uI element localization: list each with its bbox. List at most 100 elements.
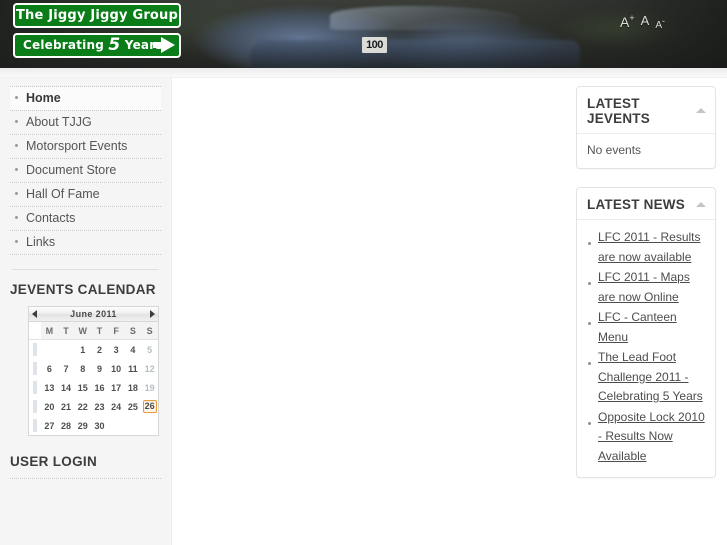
calendar-day[interactable]: 11	[125, 359, 142, 378]
sidebar-item-label: Contacts	[26, 211, 76, 225]
calendar-day[interactable]: 8	[74, 359, 91, 378]
calendar-day[interactable]: 6	[41, 359, 58, 378]
sidebar-link[interactable]: Document Store	[10, 159, 161, 182]
calendar-day[interactable]: 21	[58, 397, 75, 416]
sidebar-item-hall-of-fame[interactable]: Hall Of Fame	[10, 183, 161, 207]
calendar-header: June 2011	[29, 307, 158, 322]
bullet-icon	[15, 120, 18, 123]
calendar-prev-month-icon[interactable]	[32, 310, 37, 318]
news-link[interactable]: LFC 2011 - Maps are now Online	[598, 268, 705, 307]
calendar-day[interactable]: 25	[125, 397, 142, 416]
bullet-icon	[15, 216, 18, 219]
calendar-day[interactable]: 27	[41, 416, 58, 435]
calendar-week-marker	[29, 416, 41, 435]
calendar-next-month-icon[interactable]	[149, 310, 155, 318]
calendar-day[interactable]: 19	[141, 378, 158, 397]
news-link[interactable]: LFC 2011 - Results are now available	[598, 228, 705, 267]
calendar-day[interactable]: 15	[74, 378, 91, 397]
sidebar-link[interactable]: Motorsport Events	[10, 135, 161, 158]
calendar-day[interactable]: 10	[108, 359, 125, 378]
chevron-up-icon[interactable]	[696, 108, 706, 113]
car-number-plate: 100	[362, 37, 387, 53]
sidebar-link[interactable]: Links	[10, 231, 161, 254]
calendar-day[interactable]: 4	[125, 340, 142, 360]
bullet-icon	[588, 282, 591, 285]
calendar-day[interactable]: 12	[141, 359, 158, 378]
right-arrow-icon	[161, 37, 175, 53]
calendar-day[interactable]: 24	[108, 397, 125, 416]
list-item: LFC 2011 - Results are now available	[587, 228, 705, 267]
sidebar-link[interactable]: Home	[10, 87, 161, 110]
calendar-day-label: 26	[142, 400, 157, 413]
logo-primary-text: The Jiggy Jiggy Group	[15, 8, 179, 23]
font-size-reset-button[interactable]: A	[641, 13, 650, 28]
sidebar-item-links[interactable]: Links	[10, 231, 161, 255]
logo-primary-sign[interactable]: The Jiggy Jiggy Group	[13, 3, 181, 28]
calendar-day[interactable]: 22	[74, 397, 91, 416]
list-item: Opposite Lock 2010 - Results Now Availab…	[587, 408, 705, 467]
user-login-divider	[10, 478, 161, 479]
left-sidebar: Home About TJJG Motorsport Events Document …	[0, 78, 172, 545]
main-content-area	[173, 78, 570, 545]
calendar-day[interactable]: 28	[58, 416, 75, 435]
calendar-day[interactable]: 18	[125, 378, 142, 397]
latest-news-panel: LATEST NEWS LFC 2011 - Results are now a…	[576, 187, 716, 478]
calendar-day[interactable]: 3	[108, 340, 125, 360]
calendar-day[interactable]: 23	[91, 397, 108, 416]
font-size-decrease-button[interactable]: A-	[655, 16, 665, 31]
bullet-icon	[588, 322, 591, 325]
calendar-day[interactable]: 2	[91, 340, 108, 360]
logo-anniversary-sign[interactable]: Celebrating 5 Years	[13, 33, 181, 58]
calendar-week-row: 27 28 29 30	[29, 416, 158, 435]
sidebar-link[interactable]: Hall Of Fame	[10, 183, 161, 206]
sidebar-link[interactable]: About TJJG	[10, 111, 161, 134]
calendar-day-empty	[141, 416, 158, 435]
font-size-increase-button[interactable]: A+	[620, 13, 635, 30]
calendar-day[interactable]: 5	[141, 340, 158, 360]
latest-jevents-title: LATEST JEVENTS	[587, 96, 650, 126]
latest-news-header: LATEST NEWS	[577, 188, 715, 220]
news-link[interactable]: LFC - Canteen Menu	[598, 308, 705, 347]
calendar-week-row: 6 7 8 9 10 11 12	[29, 359, 158, 378]
latest-news-list: LFC 2011 - Results are now available LFC …	[587, 228, 705, 466]
jevents-calendar[interactable]: June 2011 MTWTFSS 1 2 3 4 5 6 7 8 9 10 11 12 13 14 15 1…	[28, 306, 159, 436]
calendar-day[interactable]: 9	[91, 359, 108, 378]
calendar-day-empty	[108, 416, 125, 435]
latest-jevents-panel: LATEST JEVENTS No events	[576, 86, 716, 169]
bullet-icon	[588, 421, 591, 425]
sidebar-item-document-store[interactable]: Document Store	[10, 159, 161, 183]
sidebar-link[interactable]: Contacts	[10, 207, 161, 230]
chevron-up-icon[interactable]	[696, 201, 706, 207]
calendar-week-row: 13 14 15 16 17 18 19	[29, 378, 158, 397]
calendar-day[interactable]: 16	[91, 378, 108, 397]
calendar-day[interactable]: 17	[108, 378, 125, 397]
bullet-icon	[15, 96, 18, 99]
sidebar-item-contacts[interactable]: Contacts	[10, 207, 161, 231]
calendar-day[interactable]: 14	[58, 378, 75, 397]
calendar-weekday-header: F	[107, 322, 125, 340]
font-size-switcher: A+ A A-	[620, 13, 665, 31]
calendar-weeks: 1 2 3 4 5 6 7 8 9 10 11 12 13 14 15 16 17 18 19 20 21 22 23 24 2…	[29, 339, 158, 435]
calendar-day-today[interactable]: 26	[141, 397, 158, 416]
calendar-weekday-header: T	[91, 322, 108, 340]
calendar-day[interactable]: 1	[74, 340, 91, 360]
sidebar-item-label: Home	[26, 91, 61, 105]
bullet-icon	[588, 242, 591, 245]
sidebar-item-label: Motorsport Events	[26, 139, 128, 153]
site-logo[interactable]: The Jiggy Jiggy Group Celebrating 5 Year…	[13, 3, 183, 58]
sidebar-item-about-tjjg[interactable]: About TJJG	[10, 111, 161, 135]
calendar-day[interactable]: 30	[91, 416, 108, 435]
calendar-day[interactable]: 13	[41, 378, 58, 397]
week-bar-icon	[33, 419, 37, 432]
sidebar-item-label: Links	[26, 235, 56, 249]
latest-news-title: LATEST NEWS	[587, 197, 685, 212]
calendar-day[interactable]: 20	[41, 397, 58, 416]
sidebar-item-motorsport-events[interactable]: Motorsport Events	[10, 135, 161, 159]
calendar-weekday-row: MTWTFSS	[29, 322, 158, 340]
calendar-day[interactable]: 7	[58, 359, 75, 378]
latest-jevents-header: LATEST JEVENTS	[577, 87, 715, 134]
sidebar-item-home[interactable]: Home	[10, 86, 161, 111]
news-link[interactable]: Opposite Lock 2010 - Results Now Availab…	[598, 408, 705, 467]
news-link[interactable]: The Lead Foot Challenge 2011 - Celebrati…	[598, 348, 705, 407]
calendar-day[interactable]: 29	[74, 416, 91, 435]
